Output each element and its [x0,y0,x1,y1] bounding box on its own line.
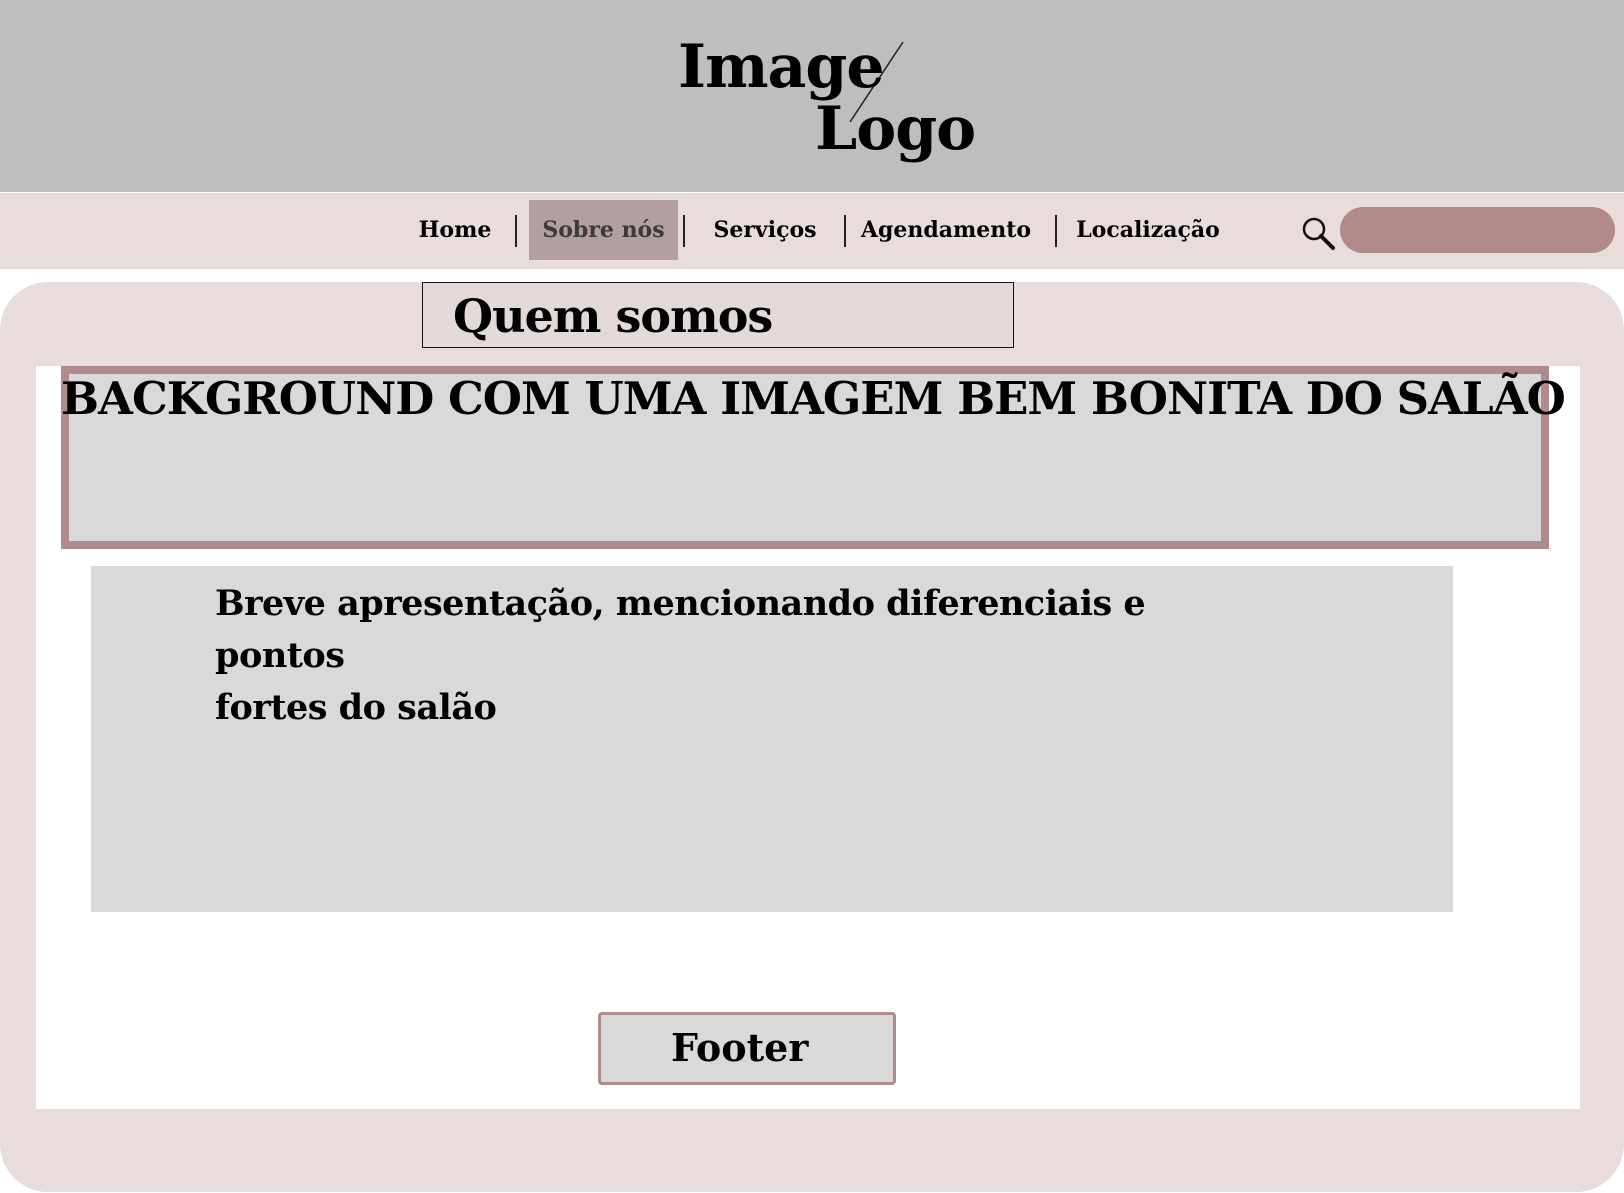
logo-text-line2: Logo [815,94,976,164]
intro-box: Breve apresentação, mencionando diferenc… [91,566,1453,912]
intro-text-line1: Breve apresentação, mencionando diferenc… [215,583,1146,676]
nav-item-localizacao[interactable]: Localização [1074,200,1222,260]
nav-separator [844,215,846,247]
nav-item-agendamento[interactable]: Agendamento [858,200,1034,260]
nav-item-sobre-nos[interactable]: Sobre nós [529,200,678,260]
nav-item-home[interactable]: Home [404,200,506,260]
logo-text-line1: Image [678,32,885,102]
section-title: Quem somos [453,289,773,343]
search-icon[interactable] [1300,215,1336,251]
footer-label: Footer [671,1025,809,1070]
section-title-box: Quem somos [422,282,1014,348]
hero-text: BACKGROUND COM UMA IMAGEM BEM BONITA DO … [61,372,1566,425]
intro-text-line2: fortes do salão [215,687,497,728]
nav-separator [1055,215,1057,247]
nav-separator [683,215,685,247]
intro-text: Breve apresentação, mencionando diferenc… [215,578,1265,734]
nav-item-servicos[interactable]: Serviços [700,200,830,260]
nav-separator [515,215,517,247]
header: Image Logo [0,0,1624,192]
nav-bar: Home Sobre nós Serviços Agendamento Loca… [0,193,1624,269]
search-input[interactable] [1340,207,1615,253]
footer: Footer [598,1012,896,1085]
image-logo[interactable]: Image Logo [670,28,976,178]
